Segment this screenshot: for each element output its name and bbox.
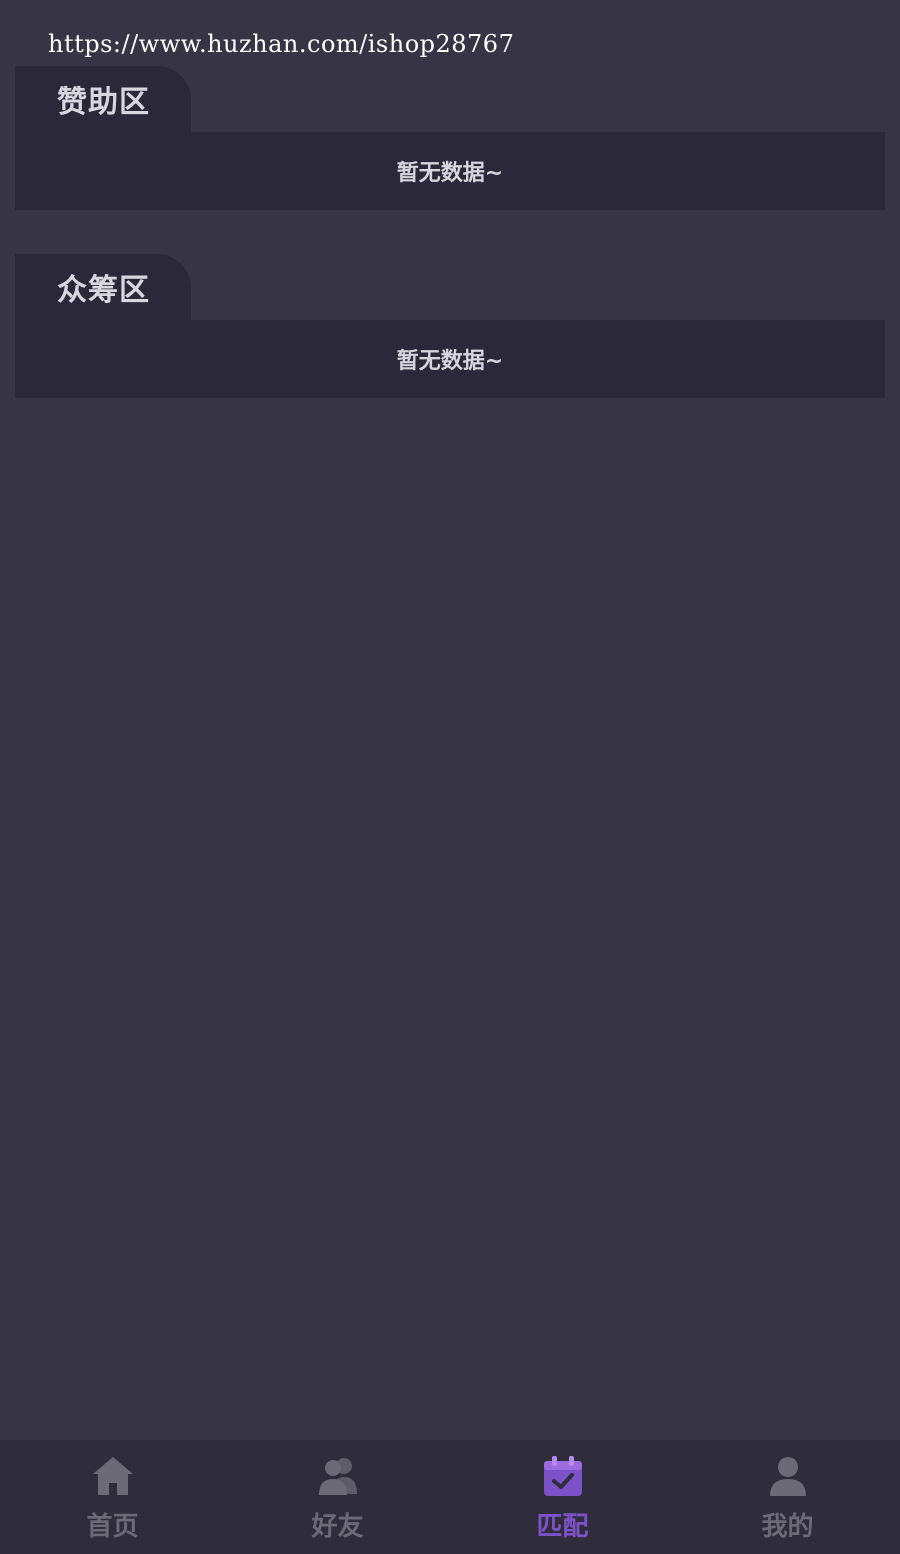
crowdfunding-section-title: 众筹区 xyxy=(57,273,150,308)
nav-label-mine: 我的 xyxy=(761,1512,814,1542)
sponsor-section-panel: 暂无数据~ xyxy=(15,132,885,210)
bottom-nav-bar: 首页 好友 匹配 我的 xyxy=(0,1440,900,1554)
crowdfunding-section: 众筹区 暂无数据~ xyxy=(15,254,885,398)
crowdfunding-empty-text: 暂无数据~ xyxy=(396,349,504,374)
sponsor-section-title: 赞助区 xyxy=(57,85,150,120)
calendar-check-icon xyxy=(543,1456,582,1496)
crowdfunding-section-tab: 众筹区 xyxy=(15,254,191,320)
watermark-url: https://www.huzhan.com/ishop28767 xyxy=(48,30,515,58)
nav-item-match[interactable]: 匹配 xyxy=(450,1440,675,1554)
user-icon xyxy=(769,1457,806,1496)
nav-label-match: 匹配 xyxy=(536,1512,589,1542)
crowdfunding-section-panel: 暂无数据~ xyxy=(15,320,885,398)
nav-item-mine[interactable]: 我的 xyxy=(675,1440,900,1554)
nav-label-friends: 好友 xyxy=(311,1512,364,1542)
nav-item-home[interactable]: 首页 xyxy=(0,1440,225,1554)
nav-item-friends[interactable]: 好友 xyxy=(225,1440,450,1554)
sponsor-section-tab: 赞助区 xyxy=(15,66,191,132)
nav-label-home: 首页 xyxy=(86,1512,139,1542)
sponsor-empty-text: 暂无数据~ xyxy=(396,161,504,186)
friends-icon xyxy=(318,1458,357,1495)
sponsor-section: 赞助区 暂无数据~ xyxy=(15,66,885,210)
home-icon xyxy=(92,1457,133,1495)
